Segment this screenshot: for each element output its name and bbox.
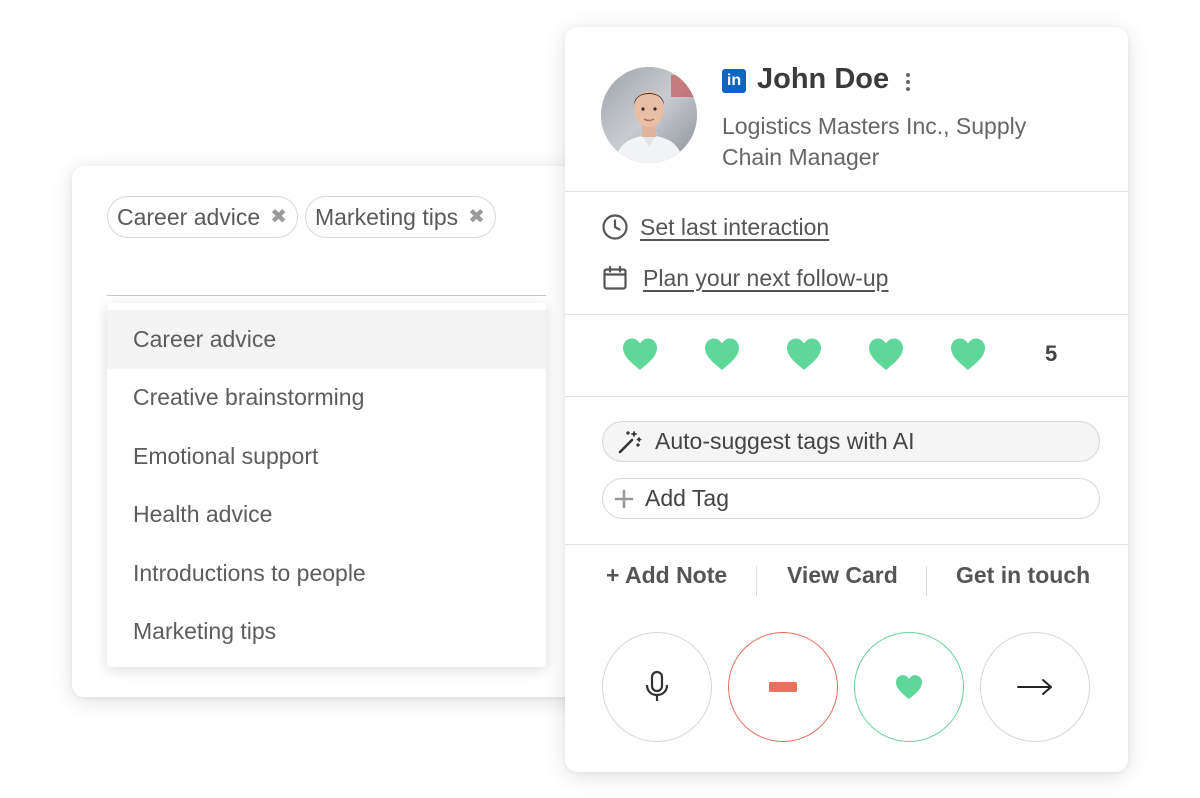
tag-chip-label: Career advice <box>117 203 261 230</box>
rating-hearts: 5 <box>621 337 1057 371</box>
arrow-right-icon <box>1017 679 1052 695</box>
auto-suggest-tags-button[interactable]: Auto-suggest tags with AI <box>602 421 1100 462</box>
minus-icon <box>769 682 797 692</box>
clock-icon <box>602 214 628 240</box>
tag-chip-career-advice[interactable]: Career advice ✖ <box>107 196 298 238</box>
tag-options-dropdown: Career advice Creative brainstorming Emo… <box>107 303 546 667</box>
heart-icon[interactable] <box>703 337 741 371</box>
voice-note-button[interactable] <box>602 632 712 742</box>
auto-suggest-tags-label: Auto-suggest tags with AI <box>655 428 915 454</box>
contact-header: in John Doe Logistics Masters Inc., Supp… <box>565 27 1128 192</box>
option-introductions-to-people[interactable]: Introductions to people <box>107 544 546 603</box>
tag-chip-marketing-tips[interactable]: Marketing tips ✖ <box>304 196 496 238</box>
like-button[interactable] <box>854 632 964 742</box>
option-marketing-tips[interactable]: Marketing tips <box>107 603 546 662</box>
heart-icon <box>896 675 922 700</box>
add-tag-label: Add Tag <box>645 485 729 511</box>
plus-icon <box>614 489 634 508</box>
divider <box>565 191 1128 192</box>
contact-card: in John Doe Logistics Masters Inc., Supp… <box>565 27 1128 772</box>
dislike-button[interactable] <box>728 632 838 742</box>
divider <box>565 544 1128 545</box>
contact-subtitle: Logistics Masters Inc., Supply Chain Man… <box>722 113 1027 170</box>
option-career-advice[interactable]: Career advice <box>107 310 546 369</box>
tag-chip-label: Marketing tips <box>314 203 459 230</box>
next-contact-button[interactable] <box>980 632 1090 742</box>
add-tag-button[interactable]: Add Tag <box>602 478 1100 519</box>
more-options-icon[interactable] <box>901 71 915 93</box>
plan-follow-up-link[interactable]: Plan your next follow-up <box>643 265 888 292</box>
option-creative-brainstorming[interactable]: Creative brainstorming <box>107 369 546 428</box>
magic-wand-icon <box>618 430 642 453</box>
set-last-interaction-link[interactable]: Set last interaction <box>640 214 829 241</box>
heart-icon[interactable] <box>949 337 987 371</box>
divider <box>565 314 1128 315</box>
remove-tag-icon[interactable]: ✖ <box>270 207 287 227</box>
remove-tag-icon[interactable]: ✖ <box>468 207 485 227</box>
linkedin-icon[interactable]: in <box>722 69 746 93</box>
plan-follow-up-row[interactable]: Plan your next follow-up <box>601 264 888 292</box>
rating-value: 5 <box>1045 341 1058 366</box>
add-note-button[interactable]: + Add Note <box>606 562 727 589</box>
heart-icon[interactable] <box>785 337 823 371</box>
heart-icon[interactable] <box>621 337 659 371</box>
contact-name: John Doe <box>757 63 890 95</box>
card-actions: + Add Note View Card Get in touch <box>565 562 1128 600</box>
get-in-touch-button[interactable]: Get in touch <box>956 562 1090 589</box>
tag-selector-panel: Career advice ✖ Marketing tips ✖ Career … <box>72 166 582 697</box>
option-health-advice[interactable]: Health advice <box>107 486 546 545</box>
view-card-button[interactable]: View Card <box>787 562 898 589</box>
tag-input-underline[interactable] <box>107 295 546 296</box>
heart-icon[interactable] <box>867 337 905 371</box>
action-separator <box>756 566 757 596</box>
avatar[interactable] <box>601 67 697 163</box>
microphone-icon <box>645 670 669 701</box>
action-separator <box>926 566 927 596</box>
option-emotional-support[interactable]: Emotional support <box>107 427 546 486</box>
divider <box>565 396 1128 397</box>
calendar-icon <box>603 265 627 290</box>
selected-tags: Career advice ✖ Marketing tips ✖ <box>107 196 496 238</box>
set-last-interaction-row[interactable]: Set last interaction <box>601 213 829 241</box>
